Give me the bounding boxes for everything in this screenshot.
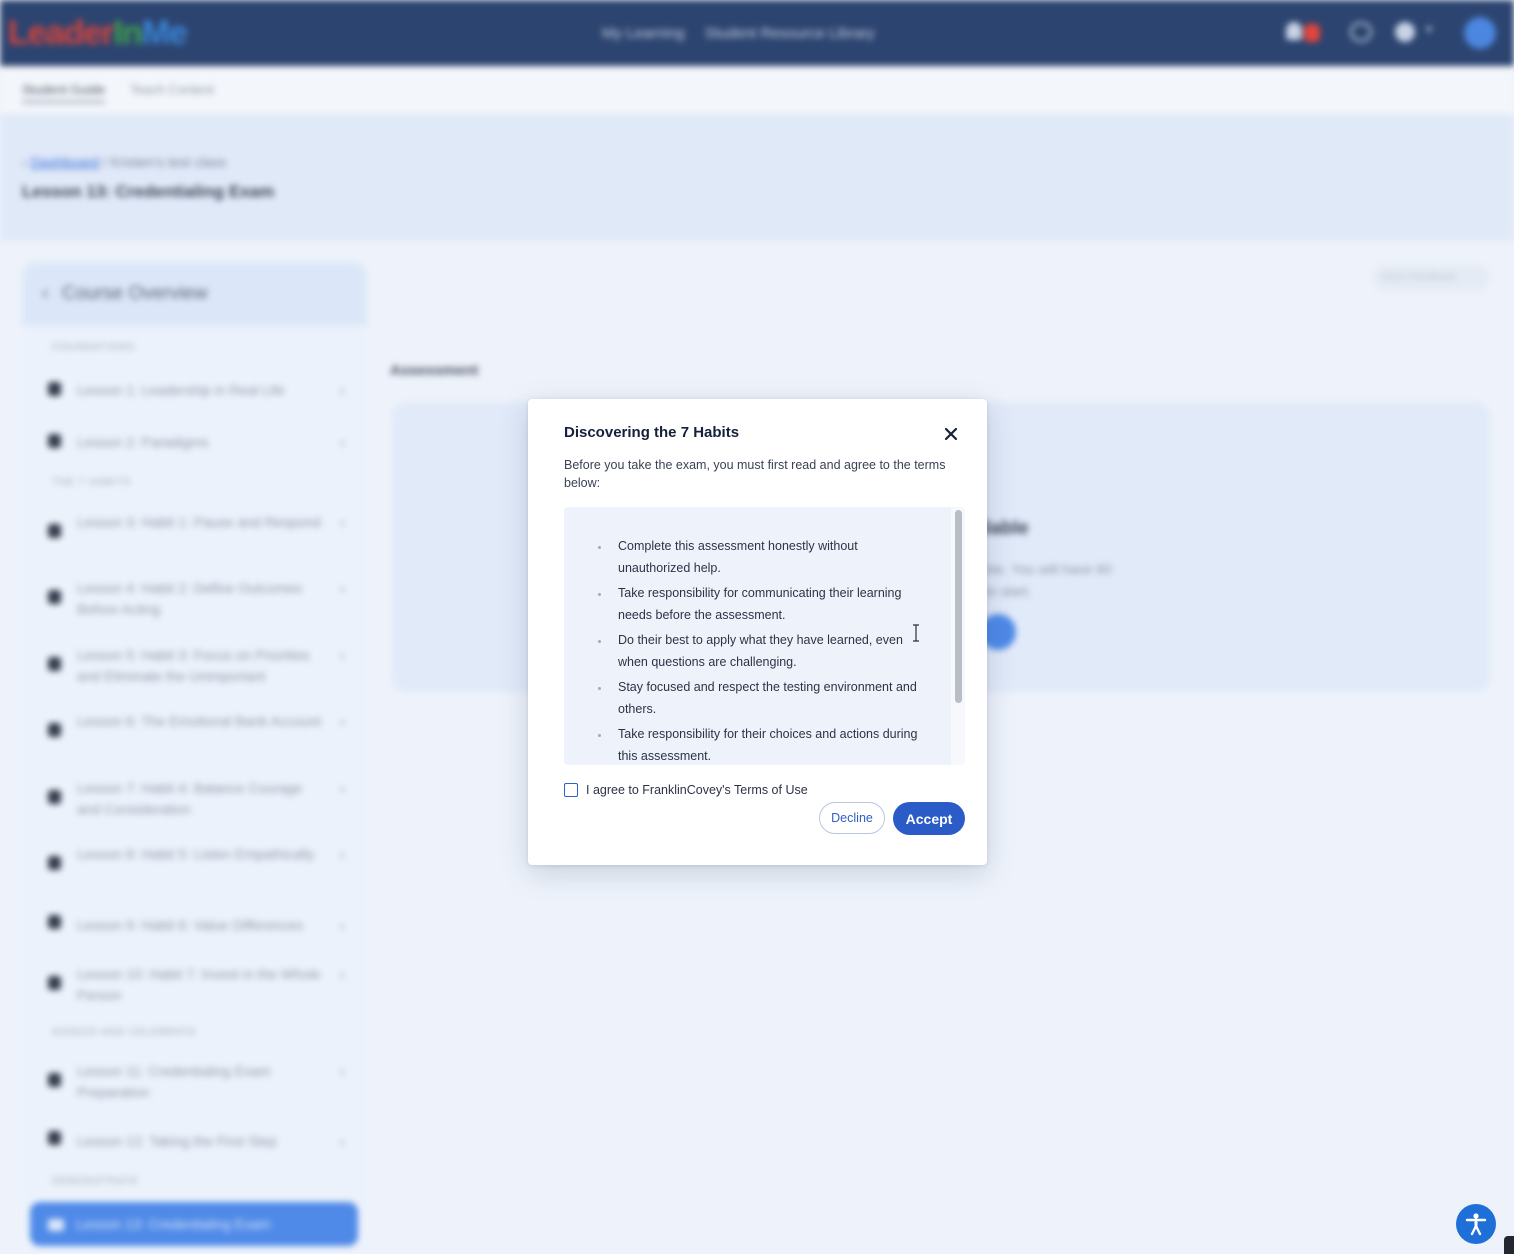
accessibility-icon [1465, 1213, 1487, 1236]
corner-mark [1504, 1236, 1514, 1254]
agree-label[interactable]: I agree to FranklinCovey's Terms of Use [586, 783, 808, 797]
available-title: ilable [980, 518, 1029, 539]
lesson-icon [48, 856, 61, 870]
nav-student-resource-library[interactable]: Student Resource Library [705, 25, 875, 42]
accept-button[interactable]: Accept [893, 802, 965, 835]
lesson-icon [48, 657, 61, 671]
terms-item: Stay focused and respect the testing env… [564, 677, 949, 720]
course-overview-header[interactable]: ‹ Course Overview [22, 262, 367, 326]
chevron-right-icon: › [340, 514, 345, 530]
terms-item: Complete this assessment honestly withou… [564, 536, 949, 579]
available-text: ble. You will have 60 to start. [985, 561, 1112, 599]
lesson-icon [48, 1131, 61, 1145]
terms-item: Take responsibility for communicating th… [564, 583, 949, 626]
agree-checkbox[interactable] [564, 783, 578, 797]
lesson-icon [48, 382, 61, 396]
chevron-right-icon: › [340, 713, 345, 729]
sidebar-lesson-active[interactable]: Lesson 13: Credentialing Exam [30, 1202, 358, 1246]
section-label: THE 7 HABITS [52, 477, 132, 488]
lesson-icon [48, 590, 61, 604]
lesson-icon [48, 524, 61, 538]
chevron-right-icon: › [340, 780, 345, 796]
accessibility-button[interactable] [1456, 1204, 1496, 1244]
page-header: ‹ Dashboard / Kristen's test class Lesso… [0, 114, 1514, 241]
section-label: ASSESS AND CELEBRATE [52, 1027, 197, 1038]
breadcrumb-current: Kristen's test class [110, 154, 227, 170]
terms-scroll-area[interactable]: Complete this assessment honestly withou… [564, 507, 965, 765]
give-feedback-button[interactable]: Give Feedback [1372, 265, 1490, 291]
section-label: DEMONSTRATE [52, 1176, 139, 1187]
lesson-icon [48, 1073, 61, 1087]
close-icon [944, 427, 958, 441]
assessment-label: Assessment [390, 362, 479, 379]
heart-icon[interactable] [1350, 22, 1372, 42]
lesson-icon [48, 790, 61, 804]
text-cursor-icon [913, 624, 919, 642]
chevron-right-icon: › [340, 1133, 345, 1149]
sub-nav: Student Guide Teach Content [0, 66, 1514, 114]
terms-list: Complete this assessment honestly withou… [564, 536, 949, 765]
page-title: Lesson 13: Credentialing Exam [22, 182, 275, 201]
logo[interactable]: LeaderInMe [8, 14, 188, 53]
chevron-right-icon: › [340, 917, 345, 933]
top-bar: LeaderInMe My Learning Student Resource … [0, 0, 1514, 66]
terms-item: Take responsibility for their choices an… [564, 724, 949, 765]
chevron-right-icon: › [340, 1063, 345, 1079]
nav-my-learning[interactable]: My Learning [602, 25, 685, 42]
breadcrumb-dashboard-link[interactable]: Dashboard [31, 154, 100, 170]
breadcrumb: ‹ Dashboard / Kristen's test class [22, 154, 227, 170]
chevron-left-icon: ‹ [22, 154, 31, 170]
chevron-right-icon: › [340, 966, 345, 982]
course-sidebar: ‹ Course Overview FOUNDATIONS Lesson 1: … [22, 262, 367, 1252]
chevron-right-icon: › [340, 580, 345, 596]
lesson-icon [48, 1219, 64, 1232]
modal-intro: Before you take the exam, you must first… [564, 458, 946, 490]
chevron-right-icon: › [340, 382, 345, 398]
decline-button[interactable]: Decline [819, 802, 885, 834]
chevron-left-icon: ‹ [42, 283, 49, 304]
scrollbar-thumb[interactable] [955, 510, 962, 703]
close-button[interactable] [940, 423, 962, 445]
chevron-down-icon[interactable]: ▾ [1426, 22, 1432, 36]
globe-icon[interactable] [1395, 22, 1415, 42]
top-nav: My Learning Student Resource Library [602, 25, 891, 42]
lesson-icon [48, 723, 61, 737]
lesson-icon [48, 976, 61, 990]
agree-row[interactable]: I agree to FranklinCovey's Terms of Use [564, 781, 808, 799]
tab-teach-content[interactable]: Teach Content [130, 82, 214, 97]
modal-title: Discovering the 7 Habits [564, 424, 740, 441]
lesson-icon [48, 434, 61, 448]
avatar[interactable] [1464, 17, 1496, 49]
chevron-right-icon: › [340, 434, 345, 450]
chevron-right-icon: › [340, 846, 345, 862]
tab-student-guide[interactable]: Student Guide [22, 82, 106, 103]
lesson-icon [48, 915, 61, 929]
notification-badge [1304, 24, 1320, 42]
chevron-right-icon: › [340, 647, 345, 663]
terms-item: Do their best to apply what they have le… [564, 630, 949, 673]
bell-icon[interactable] [1286, 22, 1302, 40]
section-label: FOUNDATIONS [52, 342, 136, 353]
